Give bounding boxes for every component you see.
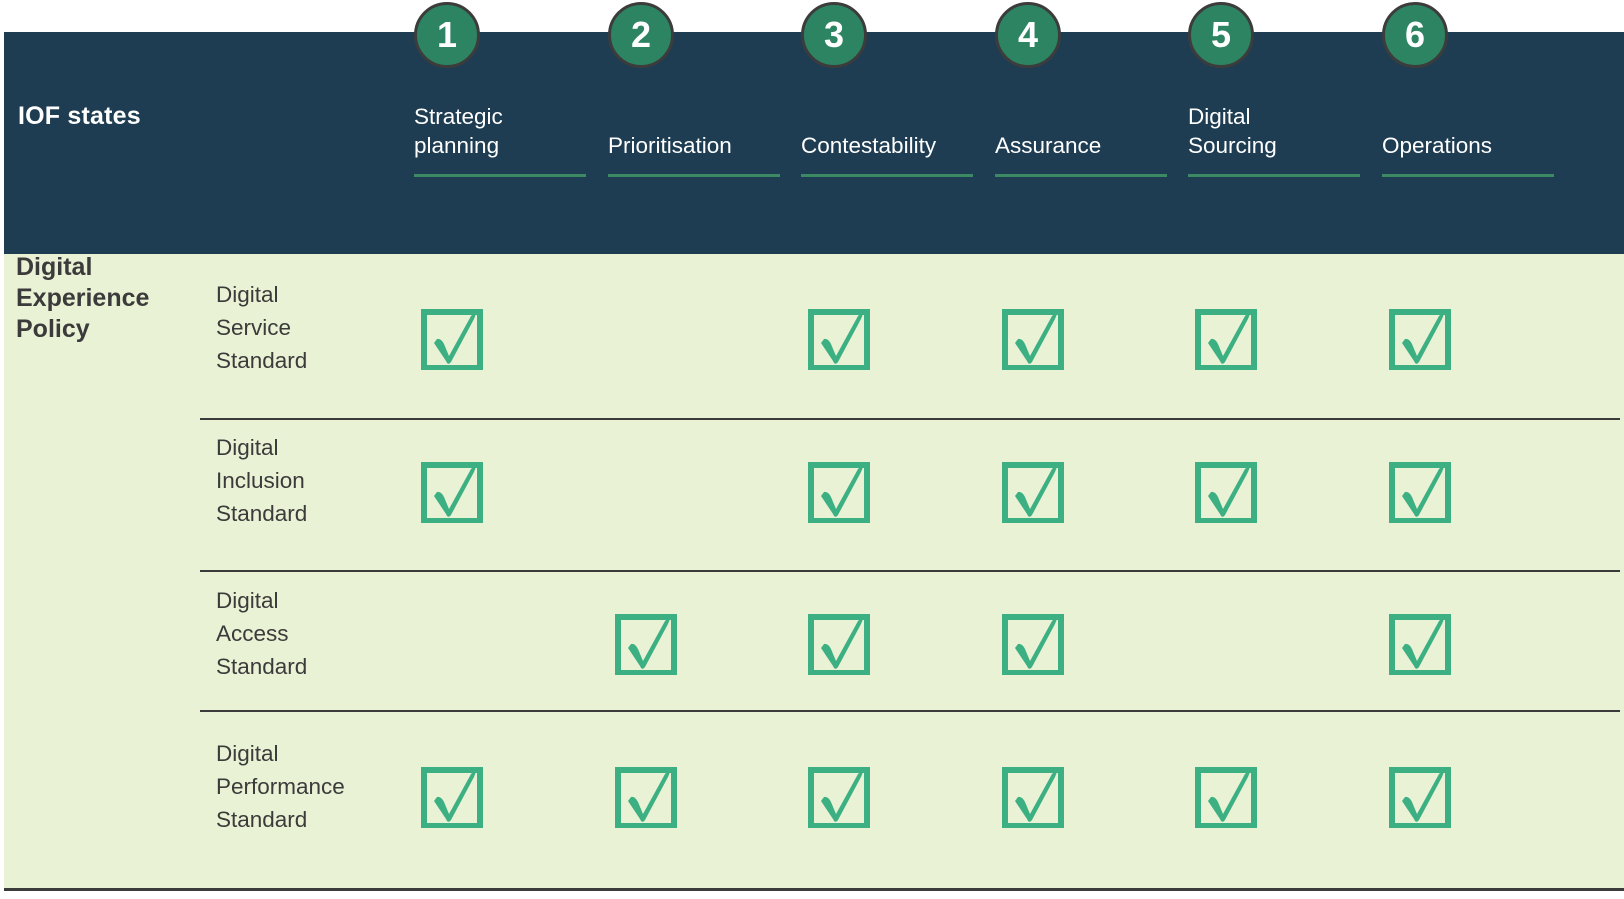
column-header-2: Prioritisation (608, 96, 784, 186)
checkbox-checked-icon (1386, 453, 1456, 523)
column-header-underline (1188, 174, 1360, 177)
checkbox-checked-icon (1386, 300, 1456, 370)
checkbox-checked-icon (612, 758, 682, 828)
checkbox-checked-icon (805, 300, 875, 370)
row-divider (200, 418, 1620, 420)
column-header-underline (414, 174, 586, 177)
column-header-4: Assurance (995, 96, 1171, 186)
column-header-underline (1382, 174, 1554, 177)
checkbox-checked-icon (418, 300, 488, 370)
checkbox-checked-icon (999, 605, 1069, 675)
step-number-circle-5: 5 (1188, 2, 1254, 68)
checkbox-checked-icon (999, 758, 1069, 828)
checkbox-checked-icon (1192, 758, 1262, 828)
column-header-3: Contestability (801, 96, 977, 186)
column-header-label: Assurance (995, 133, 1102, 158)
column-header-label: Digital Sourcing (1188, 104, 1277, 158)
row-label: Digital Performance Standard (216, 741, 345, 832)
step-number-circle-1: 1 (414, 2, 480, 68)
checkbox-checked-icon (999, 453, 1069, 523)
table-bottom-rule (4, 888, 1624, 891)
step-number-circle-2: 2 (608, 2, 674, 68)
row-divider (200, 570, 1620, 572)
checkbox-checked-icon (418, 758, 488, 828)
column-header-label: Prioritisation (608, 133, 732, 158)
row-label: Digital Service Standard (216, 282, 308, 373)
column-header-6: Operations (1382, 96, 1558, 186)
checkbox-checked-icon (805, 453, 875, 523)
column-header-label: Contestability (801, 133, 937, 158)
row-label: Digital Access Standard (216, 588, 308, 679)
checkbox-checked-icon (1386, 605, 1456, 675)
step-number-circle-3: 3 (801, 2, 867, 68)
checkbox-checked-icon (1192, 300, 1262, 370)
column-header-label: Strategic planning (414, 104, 503, 158)
checkbox-checked-icon (805, 605, 875, 675)
checkbox-checked-icon (805, 758, 875, 828)
checkbox-checked-icon (418, 453, 488, 523)
column-header-label: Operations (1382, 133, 1493, 158)
step-number-circle-6: 6 (1382, 2, 1448, 68)
column-header-5: Digital Sourcing (1188, 96, 1364, 186)
column-header-underline (801, 174, 973, 177)
policy-group-label: Digital Experience Policy (16, 253, 150, 343)
column-header-underline (608, 174, 780, 177)
row-label: Digital Inclusion Standard (216, 435, 308, 526)
column-header-underline (995, 174, 1167, 177)
iof-states-matrix: IOF states Strategic planning 1 Prioritisa… (0, 0, 1624, 899)
row-divider (200, 710, 1620, 712)
checkbox-checked-icon (999, 300, 1069, 370)
checkbox-checked-icon (1192, 453, 1262, 523)
checkbox-checked-icon (612, 605, 682, 675)
column-header-1: Strategic planning (414, 96, 590, 186)
checkbox-checked-icon (1386, 758, 1456, 828)
page-title: IOF states (18, 102, 141, 130)
step-number-circle-4: 4 (995, 2, 1061, 68)
